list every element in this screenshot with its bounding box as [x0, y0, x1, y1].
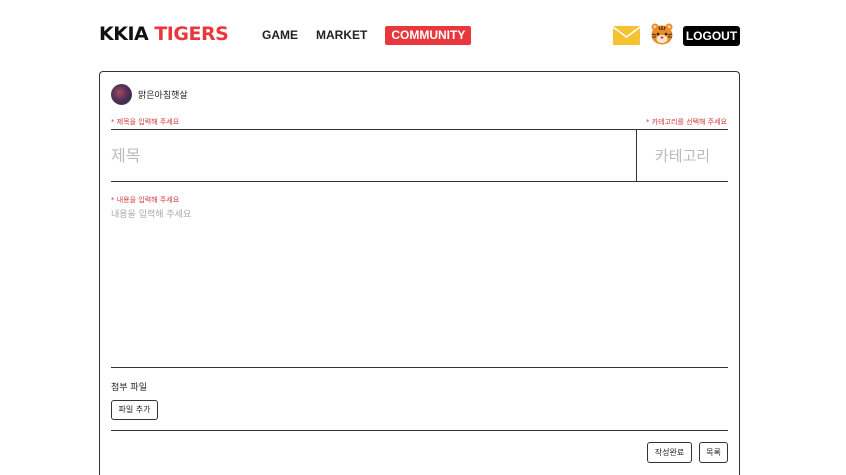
- author-info: 맑은아침햇살: [111, 84, 188, 105]
- tiger-icon[interactable]: [650, 22, 674, 46]
- title-input[interactable]: [111, 130, 636, 181]
- logo-text-kkia: KKIA: [99, 23, 149, 45]
- body-required-hint: * 내용을 입력해 주세요: [111, 196, 180, 204]
- nav-community[interactable]: COMMUNITY: [385, 26, 472, 45]
- avatar: [111, 84, 132, 105]
- nav-market[interactable]: MARKET: [316, 26, 367, 45]
- list-button[interactable]: 목록: [699, 442, 728, 463]
- divider: [111, 430, 728, 431]
- divider: [111, 367, 728, 368]
- category-required-hint: * 카테고리를 선택해 주세요: [645, 118, 727, 126]
- logo-text-tigers: TIGERS: [148, 23, 229, 45]
- main-nav: GAME MARKET COMMUNITY: [262, 26, 489, 45]
- add-file-button[interactable]: 파일 추가: [111, 400, 158, 420]
- write-post-panel: 맑은아침햇살 * 제목을 입력해 주세요 * 카테고리를 선택해 주세요 카테고…: [99, 71, 740, 475]
- body-textarea[interactable]: [111, 207, 728, 365]
- logout-button[interactable]: LOGOUT: [683, 26, 740, 46]
- author-name: 맑은아침햇살: [138, 91, 188, 101]
- title-row: 카테고리: [111, 129, 728, 182]
- nav-game[interactable]: GAME: [262, 26, 298, 45]
- mail-icon[interactable]: [613, 26, 640, 45]
- attachment-label: 첨부 파일: [111, 383, 147, 393]
- site-logo[interactable]: KKIA TIGERS: [99, 22, 229, 46]
- title-required-hint: * 제목을 입력해 주세요: [111, 118, 180, 126]
- category-select[interactable]: 카테고리: [636, 130, 728, 181]
- submit-button[interactable]: 작성완료: [647, 442, 692, 463]
